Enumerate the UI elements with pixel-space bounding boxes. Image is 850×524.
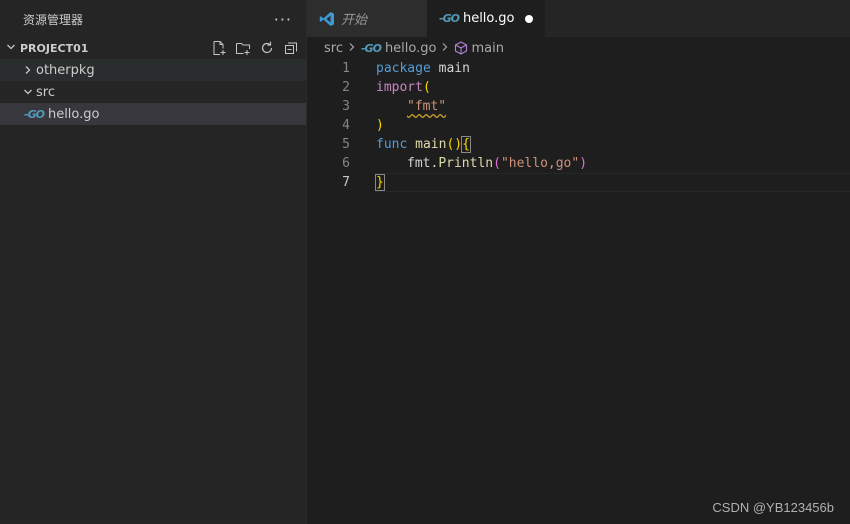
code-text: func main(){	[376, 136, 471, 153]
token-bracket: (	[422, 80, 431, 95]
token-function: Println	[438, 156, 494, 171]
code-line: 1 package main	[307, 59, 850, 78]
new-folder-icon[interactable]	[234, 39, 252, 57]
project-name: PROJECT01	[20, 41, 89, 55]
refresh-icon[interactable]	[258, 39, 276, 57]
code-line: 6 fmt.Println("hello,go")	[307, 154, 850, 173]
token-function: main	[415, 137, 447, 152]
token-keyword: func	[376, 137, 408, 152]
code-line: 4 )	[307, 116, 850, 135]
chevron-right-icon	[348, 41, 356, 56]
code-editor[interactable]: 1 package main 2 import( 3 "fmt" 4 ) 5 f…	[307, 59, 850, 524]
breadcrumb-symbol[interactable]: main	[471, 41, 503, 56]
breadcrumb: src -GO hello.go main	[307, 37, 850, 59]
code-line-current: 7 }	[307, 173, 850, 192]
line-number: 3	[342, 99, 350, 114]
token-string: "fmt"	[407, 99, 447, 114]
tree-item-label: hello.go	[47, 106, 100, 122]
explorer-title: 资源管理器	[23, 12, 84, 27]
code-text: )	[376, 118, 384, 133]
code-text: package main	[376, 61, 470, 76]
code-text: import(	[376, 80, 431, 95]
code-text: "fmt"	[376, 99, 446, 114]
editor-tabs: 开始 -GO hello.go	[307, 0, 850, 37]
tree-item-label: src	[36, 84, 55, 100]
collapse-all-icon[interactable]	[282, 39, 300, 57]
chevron-down-icon	[6, 42, 20, 55]
explorer-sidebar: 资源管理器 ··· PROJECT01 otherpkg src -GO hel…	[0, 0, 307, 524]
watermark: CSDN @YB123456b	[712, 500, 834, 515]
go-file-icon: -GO	[360, 41, 382, 55]
tab-label: hello.go	[462, 11, 515, 26]
new-file-icon[interactable]	[210, 39, 228, 57]
token-keyword: package	[376, 61, 431, 76]
token-bracket: )	[376, 118, 384, 133]
tree-item-label: otherpkg	[36, 62, 95, 78]
line-number: 7	[342, 175, 350, 190]
go-file-icon: -GO	[439, 12, 460, 25]
line-number: 6	[342, 156, 350, 171]
token-keyword: import	[376, 80, 423, 95]
explorer-actions	[210, 39, 306, 57]
token-ident: main	[438, 61, 470, 76]
tree-folder-otherpkg[interactable]: otherpkg	[0, 59, 306, 81]
tab-hello-go[interactable]: -GO hello.go	[427, 0, 545, 37]
breadcrumb-folder[interactable]: src	[324, 41, 343, 56]
chevron-right-icon	[441, 41, 449, 56]
line-number: 5	[342, 137, 350, 152]
chevron-right-icon	[20, 65, 36, 75]
token-bracket: {	[461, 136, 471, 153]
code-line: 3 "fmt"	[307, 97, 850, 116]
token-bracket: ()	[446, 137, 463, 152]
line-number: 1	[342, 61, 350, 76]
tree-file-hello-go[interactable]: -GO hello.go	[0, 103, 306, 125]
unsaved-dot-icon[interactable]	[525, 14, 533, 23]
symbol-cube-icon	[454, 41, 468, 55]
tab-start[interactable]: 开始	[307, 0, 427, 37]
line-number: 4	[342, 118, 350, 133]
go-file-icon: -GO	[24, 107, 45, 121]
token-bracket: (	[493, 156, 501, 171]
breadcrumb-file[interactable]: hello.go	[385, 41, 437, 56]
tab-label: 开始	[341, 13, 368, 28]
project-section-header[interactable]: PROJECT01	[0, 37, 306, 59]
token-bracket: }	[375, 174, 385, 191]
tree-folder-src[interactable]: src	[0, 81, 306, 103]
line-number: 2	[342, 80, 350, 95]
code-text: }	[375, 174, 385, 191]
code-line: 5 func main(){	[307, 135, 850, 154]
chevron-down-icon	[20, 87, 36, 97]
more-actions-icon[interactable]: ···	[274, 10, 292, 29]
token-ident: fmt.	[407, 156, 439, 171]
explorer-title-bar: 资源管理器 ···	[0, 0, 306, 38]
token-string: "hello,go"	[500, 156, 580, 171]
token-bracket: )	[579, 156, 588, 171]
code-text: fmt.Println("hello,go")	[376, 156, 587, 171]
vscode-logo-icon	[319, 11, 335, 27]
code-line: 2 import(	[307, 78, 850, 97]
